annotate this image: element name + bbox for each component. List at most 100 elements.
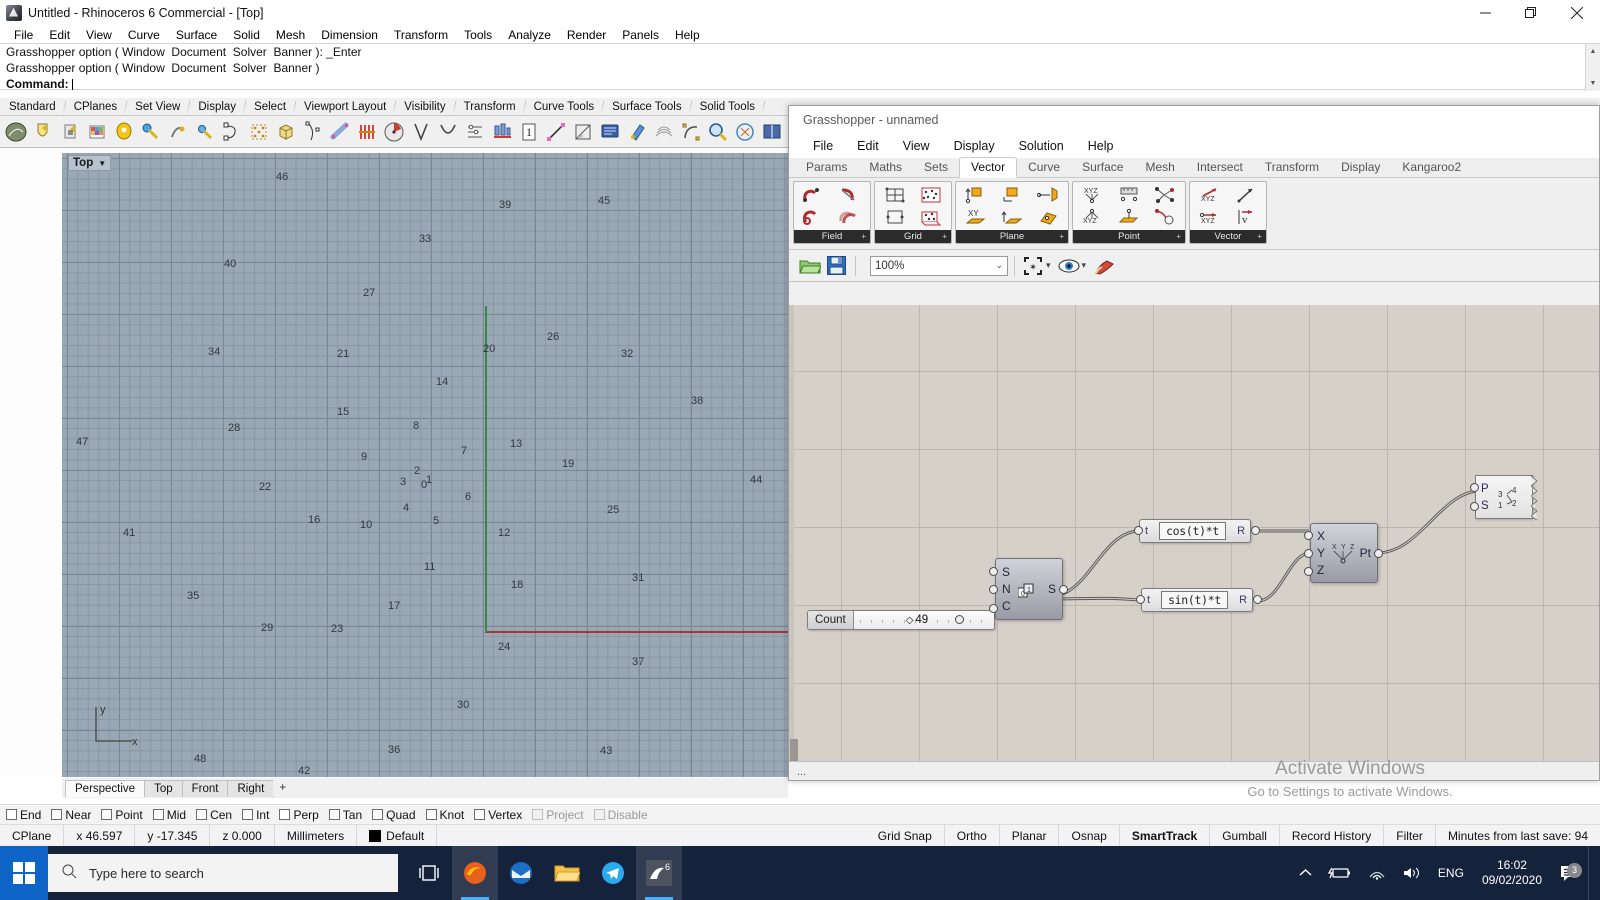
menu-mesh[interactable]: Mesh <box>268 27 313 43</box>
series-input-s[interactable]: S <box>1002 565 1011 579</box>
viewport-tab-top[interactable]: Top <box>144 779 183 797</box>
osnap-mid[interactable]: Mid <box>152 808 186 822</box>
widget-icon[interactable]: ✶ <box>1021 254 1045 278</box>
point-port-z[interactable] <box>1304 567 1313 576</box>
polyline-input-p[interactable]: P <box>1481 483 1489 495</box>
status-ortho[interactable]: Ortho <box>945 824 1000 847</box>
point-object-icon[interactable] <box>111 119 137 145</box>
pipe-icon[interactable] <box>327 119 353 145</box>
close-icon[interactable] <box>1554 0 1600 26</box>
gauge-icon[interactable] <box>381 119 407 145</box>
polyline-port-s[interactable] <box>1470 502 1479 511</box>
menu-surface[interactable]: Surface <box>168 27 225 43</box>
series-component[interactable]: S N C S 0 1 <box>989 558 1068 620</box>
menu-transform[interactable]: Transform <box>386 27 456 43</box>
battery-charging-icon[interactable] <box>1320 866 1360 880</box>
canvas-scroll-thumb[interactable] <box>790 739 798 761</box>
rhino-options-icon[interactable] <box>3 119 29 145</box>
firefox-icon[interactable] <box>452 846 498 900</box>
point-port-x[interactable] <box>1304 531 1313 540</box>
gh-tab-kangaroo2[interactable]: Kangaroo2 <box>1391 158 1472 177</box>
osnap-quad[interactable]: Quad <box>372 808 416 822</box>
viewport-tab-right[interactable]: Right <box>227 779 275 797</box>
checkbox-icon[interactable] <box>242 809 254 820</box>
plane-xy-icon[interactable]: XY <box>958 206 994 228</box>
gh-tab-params[interactable]: Params <box>795 158 858 177</box>
wifi-icon[interactable] <box>1360 866 1394 880</box>
checkbox-icon[interactable] <box>593 809 605 820</box>
point-xyz-icon[interactable]: XYZ <box>1075 184 1111 206</box>
expr-sin-port-out[interactable] <box>1253 595 1262 604</box>
point-on-surface-icon[interactable] <box>1111 206 1147 228</box>
menu-panels[interactable]: Panels <box>614 27 667 43</box>
plane-normal-icon[interactable] <box>958 184 994 206</box>
menu-help[interactable]: Help <box>667 27 708 43</box>
slider-output-port[interactable] <box>955 615 964 624</box>
solid-tool-icon[interactable] <box>192 119 218 145</box>
point-xyz-component[interactable]: X Y Z Pt X Y Z <box>1304 523 1383 583</box>
tab-set-view[interactable]: Set View <box>126 99 189 115</box>
populate-3d-icon[interactable] <box>913 206 949 228</box>
curve-edit-icon[interactable] <box>300 119 326 145</box>
closest-point-icon[interactable] <box>1147 206 1183 228</box>
gh-tab-surface[interactable]: Surface <box>1071 158 1134 177</box>
distance-icon[interactable] <box>1111 184 1147 206</box>
chevron-down-icon[interactable]: ⌄ <box>995 260 1003 271</box>
series-port-out[interactable] <box>1059 585 1068 594</box>
zoom-icon[interactable] <box>705 119 731 145</box>
curve-from-object-icon[interactable] <box>219 119 245 145</box>
expr-cos-text[interactable]: cos(t)*t <box>1159 522 1227 540</box>
series-port-n[interactable] <box>989 585 998 594</box>
mesh-icon[interactable] <box>651 119 677 145</box>
checkbox-icon[interactable] <box>101 809 113 820</box>
file-explorer-icon[interactable] <box>544 846 590 900</box>
surface-from-curve-icon[interactable] <box>570 119 596 145</box>
paintbrush-icon[interactable] <box>1092 254 1118 278</box>
rotate-view-icon[interactable] <box>732 119 758 145</box>
polyline-input-s[interactable]: S <box>1481 500 1489 512</box>
tab-transform[interactable]: Transform <box>455 99 525 115</box>
checkbox-icon[interactable] <box>425 809 437 820</box>
osnap-knot[interactable]: Knot <box>425 808 464 822</box>
osnap-vertex[interactable]: Vertex <box>474 808 522 822</box>
populate-2d-icon[interactable] <box>913 184 949 206</box>
viewport-icon[interactable] <box>759 119 785 145</box>
layer-lock-icon[interactable] <box>57 119 83 145</box>
menu-file[interactable]: File <box>6 27 41 43</box>
vector-display-icon[interactable]: v <box>1228 206 1264 228</box>
status-layer[interactable]: Default <box>357 824 438 847</box>
color-palette-icon[interactable] <box>84 119 110 145</box>
chevron-down-icon[interactable]: ▼ <box>98 159 106 168</box>
gh-menu-display[interactable]: Display <box>942 137 1007 155</box>
distribute-icon[interactable] <box>489 119 515 145</box>
align-icon[interactable] <box>462 119 488 145</box>
rhinoceros-icon[interactable]: 6 <box>636 846 682 900</box>
series-output-s[interactable]: S <box>1048 582 1056 596</box>
zoom-level-select[interactable]: 100% ⌄ <box>870 255 1008 276</box>
number-slider-count[interactable]: Count ◇ 49 <box>807 610 995 630</box>
point-xyz-body[interactable]: X Y Z Pt X Y Z <box>1310 523 1378 583</box>
minimize-icon[interactable] <box>1462 0 1508 26</box>
menu-view[interactable]: View <box>78 27 120 43</box>
hexagonal-grid-icon[interactable] <box>877 206 913 228</box>
expand-icon[interactable]: + <box>1176 232 1181 241</box>
status-record-history[interactable]: Record History <box>1280 824 1385 847</box>
status-planar[interactable]: Planar <box>1000 824 1060 847</box>
plane-rotate-icon[interactable] <box>1030 206 1066 228</box>
gh-tab-curve[interactable]: Curve <box>1017 158 1071 177</box>
menu-analyze[interactable]: Analyze <box>500 27 559 43</box>
expr-cos-port-in[interactable] <box>1134 526 1143 535</box>
series-input-c[interactable]: C <box>1002 599 1011 613</box>
thunderbird-icon[interactable] <box>498 846 544 900</box>
expr-sin-port-in[interactable] <box>1136 595 1145 604</box>
status-cplane[interactable]: CPlane <box>0 824 65 847</box>
tab-visibility[interactable]: Visibility <box>395 99 454 115</box>
expr-sin-output-r[interactable]: R <box>1234 589 1252 611</box>
gh-tab-maths[interactable]: Maths <box>858 158 913 177</box>
expr-sin-text[interactable]: sin(t)*t <box>1161 591 1229 609</box>
text-object-icon[interactable]: 1 <box>516 119 542 145</box>
field-merge-icon[interactable] <box>832 206 868 228</box>
show-desktop-button[interactable] <box>1588 846 1594 900</box>
open-folder-icon[interactable] <box>797 254 823 278</box>
plane-3pt-icon[interactable] <box>994 184 1030 206</box>
